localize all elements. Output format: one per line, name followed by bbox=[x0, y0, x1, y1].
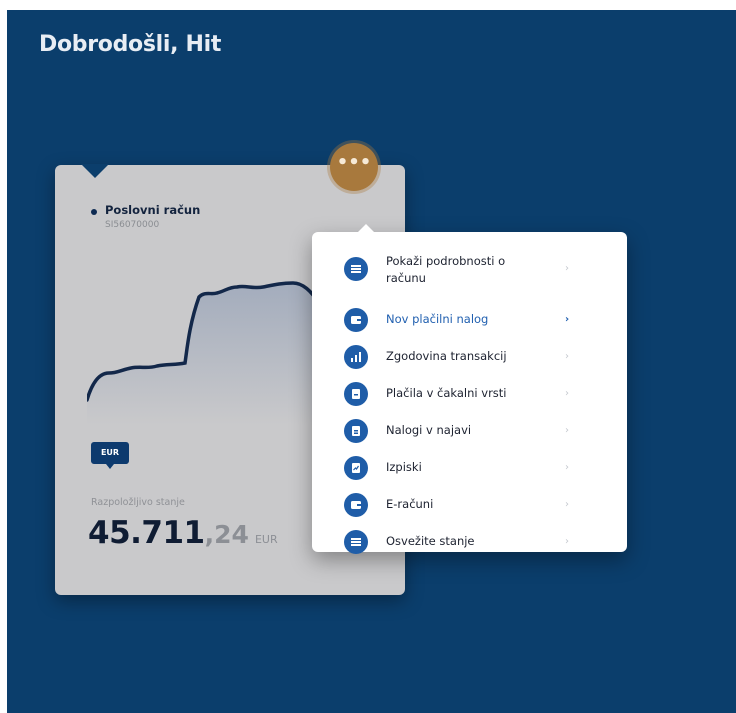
greeting-title: Dobrodošli, Hit bbox=[39, 32, 222, 57]
menu-item-new-payment[interactable]: Nov plačilni nalog › bbox=[312, 305, 627, 335]
dashboard-frame: Dobrodošli, Hit Poslovni račun SI5607000… bbox=[7, 10, 736, 713]
menu-item-label: Osvežite stanje bbox=[386, 534, 475, 548]
chevron-right-icon: › bbox=[565, 462, 569, 473]
menu-item-statements[interactable]: Izpiski › bbox=[312, 453, 627, 483]
chevron-right-icon: › bbox=[565, 314, 570, 325]
chevron-right-icon: › bbox=[565, 499, 569, 510]
menu-item-label: Pokaži podrobnosti o računu bbox=[386, 254, 506, 285]
menu-item-transaction-history[interactable]: Zgodovina transakcij › bbox=[312, 342, 627, 372]
chevron-right-icon: › bbox=[565, 425, 569, 436]
menu-item-account-details[interactable]: Pokaži podrobnosti o računu › bbox=[312, 254, 627, 285]
chart-area bbox=[87, 283, 319, 425]
account-actions-menu: Pokaži podrobnosti o računu › Nov plačil… bbox=[312, 224, 627, 554]
statement-icon bbox=[344, 456, 368, 480]
account-dot-icon bbox=[91, 209, 97, 215]
balance-currency: EUR bbox=[254, 533, 278, 546]
menu-item-label: Nalogi v najavi bbox=[386, 423, 472, 437]
document-icon bbox=[344, 257, 368, 281]
currency-badge[interactable]: EUR bbox=[91, 442, 129, 469]
balance-integer: 45.711 bbox=[88, 515, 205, 551]
balance-decimal: ,24 bbox=[204, 520, 249, 549]
menu-item-label: Zgodovina transakcij bbox=[386, 349, 507, 363]
balance-amount: 45.711,24 EUR bbox=[88, 515, 278, 551]
chevron-right-icon: › bbox=[565, 388, 569, 399]
file-icon bbox=[344, 419, 368, 443]
menu-item-e-invoices[interactable]: E-računi › bbox=[312, 490, 627, 520]
wallet-icon bbox=[344, 308, 368, 332]
menu-item-label: Plačila v čakalni vrsti bbox=[386, 386, 507, 400]
card-notch bbox=[81, 164, 109, 178]
menu-caret bbox=[358, 224, 374, 232]
chart-icon bbox=[344, 345, 368, 369]
queue-document-icon bbox=[344, 382, 368, 406]
menu-item-label: E-računi bbox=[386, 497, 434, 511]
menu-item-queued-payments[interactable]: Plačila v čakalni vrsti › bbox=[312, 379, 627, 409]
menu-item-refresh-balance[interactable]: Osvežite stanje › bbox=[312, 527, 627, 557]
chevron-right-icon: › bbox=[565, 351, 569, 362]
account-number: SI56070000 bbox=[105, 220, 160, 230]
e-invoice-icon bbox=[344, 493, 368, 517]
chevron-right-icon: › bbox=[565, 263, 569, 274]
menu-item-announced-orders[interactable]: Nalogi v najavi › bbox=[312, 416, 627, 446]
menu-item-label: Nov plačilni nalog bbox=[386, 312, 489, 326]
more-options-button[interactable]: ••• bbox=[330, 143, 378, 191]
menu-item-label: Izpiski bbox=[386, 460, 422, 474]
balance-label: Razpoložljivo stanje bbox=[91, 497, 185, 508]
account-name: Poslovni račun bbox=[105, 203, 201, 217]
chevron-right-icon: › bbox=[565, 536, 569, 547]
refresh-icon bbox=[344, 530, 368, 554]
